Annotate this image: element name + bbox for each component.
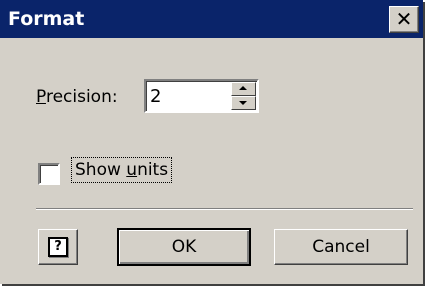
spin-down-button[interactable] <box>231 96 256 110</box>
spin-up-button[interactable] <box>231 82 256 96</box>
help-question-icon: ? <box>48 237 68 257</box>
help-button[interactable]: ? <box>38 229 78 265</box>
ok-button[interactable]: OK <box>117 228 251 266</box>
precision-label: Precision: <box>36 87 118 107</box>
show-units-label-mnemonic: u <box>126 160 138 180</box>
precision-spinner[interactable] <box>144 79 259 113</box>
title-bar[interactable]: Format ✕ <box>0 0 423 38</box>
show-units-label[interactable]: Show units <box>70 157 173 183</box>
precision-input[interactable] <box>150 85 226 107</box>
spin-down-arrow-icon <box>239 101 247 105</box>
show-units-checkbox[interactable] <box>38 163 60 185</box>
close-icon: ✕ <box>395 7 413 31</box>
window-title: Format <box>8 8 85 30</box>
show-units-label-part1: Show <box>75 160 127 180</box>
show-units-label-part2: nits <box>137 160 169 180</box>
precision-label-mnemonic: P <box>36 87 46 107</box>
close-button[interactable]: ✕ <box>389 6 419 33</box>
separator-line <box>36 208 413 210</box>
format-dialog: Format ✕ Precision: Show units ? OK Canc… <box>0 0 423 284</box>
cancel-button[interactable]: Cancel <box>274 229 408 265</box>
precision-label-rest: recision: <box>45 87 118 107</box>
spin-up-arrow-icon <box>239 86 247 90</box>
